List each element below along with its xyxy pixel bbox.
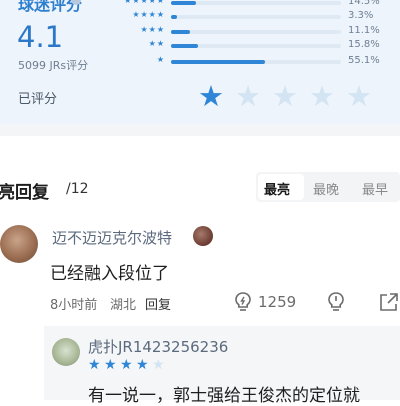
distribution-stars: ★ bbox=[156, 55, 165, 64]
distribution-percent: 3.3% bbox=[348, 10, 374, 21]
distribution-stars: ★★★ bbox=[140, 25, 165, 34]
star-icon: ★ bbox=[88, 357, 101, 373]
distribution-row: ★★★ 11.1% bbox=[100, 25, 400, 38]
section-divider bbox=[0, 124, 400, 136]
distribution-percent: 11.1% bbox=[348, 25, 380, 36]
distribution-bar bbox=[171, 30, 341, 34]
reply-text: 有一说一，郭士强给王俊杰的定位就 bbox=[88, 386, 360, 406]
distribution-bar-fill bbox=[171, 44, 198, 48]
star-icon[interactable]: ★ bbox=[272, 81, 298, 111]
distribution-percent: 55.1% bbox=[348, 55, 380, 66]
user-badge-icon bbox=[193, 226, 213, 246]
distribution-row: ★★★★★ 14.5% bbox=[100, 0, 400, 9]
star-icon[interactable]: ★ bbox=[309, 81, 335, 111]
reply-avatar[interactable] bbox=[52, 338, 80, 366]
sort-tabs: 最亮 最晚 最早 bbox=[256, 172, 400, 202]
distribution-bar bbox=[171, 44, 341, 48]
lightbulb-dislike-icon[interactable] bbox=[326, 291, 346, 317]
comments-header: 亮回复 /12 最亮 最晚 最早 bbox=[0, 172, 400, 203]
distribution-bar bbox=[171, 15, 341, 19]
comment-time: 8小时前 bbox=[50, 298, 98, 313]
comments-title: 亮回复 bbox=[0, 183, 49, 203]
star-icon: ★ bbox=[120, 357, 133, 373]
rating-panel: 球迷评分 4.1 5099 JRs评分 已评分 ★★★★★ 14.5% ★★★★ 3.… bbox=[0, 0, 400, 124]
distribution-percent: 15.8% bbox=[348, 39, 380, 50]
comments-count: /12 bbox=[66, 181, 89, 197]
distribution-row: ★ 55.1% bbox=[100, 55, 400, 68]
comment-text: 已经融入段位了 bbox=[50, 264, 169, 284]
distribution-percent: 14.5% bbox=[348, 0, 380, 7]
reply-button[interactable]: 回复 bbox=[145, 294, 171, 313]
distribution-bar-fill bbox=[171, 1, 196, 5]
distribution-bar-fill bbox=[171, 30, 190, 34]
distribution-stars: ★★★★ bbox=[132, 10, 165, 19]
rating-count: 5099 JRs评分 bbox=[18, 59, 89, 72]
distribution-stars: ★★ bbox=[148, 39, 165, 48]
comment-location: 湖北 bbox=[110, 298, 137, 313]
distribution-row: ★★★★ 3.3% bbox=[100, 10, 400, 23]
lightbulb-like-icon[interactable] bbox=[233, 291, 253, 317]
sort-tab-hottest[interactable]: 最亮 bbox=[264, 179, 290, 198]
average-score: 4.1 bbox=[17, 20, 64, 54]
distribution-bar-fill bbox=[171, 15, 177, 19]
star-icon[interactable]: ★ bbox=[346, 81, 372, 111]
distribution-bar-fill bbox=[171, 60, 265, 64]
comment-username[interactable]: 迈不迈迈克尔波特 bbox=[52, 227, 172, 248]
like-count: 1259 bbox=[258, 293, 297, 311]
star-icon[interactable]: ★ bbox=[235, 81, 261, 111]
distribution-row: ★★ 15.8% bbox=[100, 39, 400, 52]
sort-tab-latest[interactable]: 最晚 bbox=[313, 179, 339, 198]
star-icon: ★ bbox=[152, 357, 165, 373]
star-icon: ★ bbox=[104, 357, 117, 373]
reply-username[interactable]: 虎扑JR1423256236 bbox=[88, 336, 228, 357]
distribution-bar bbox=[171, 60, 341, 64]
share-icon[interactable] bbox=[378, 291, 400, 317]
avatar[interactable] bbox=[0, 225, 38, 263]
star-icon[interactable]: ★ bbox=[198, 81, 224, 111]
sort-tab-earliest[interactable]: 最早 bbox=[362, 179, 388, 198]
rated-label: 已评分 bbox=[18, 92, 58, 107]
distribution-bar bbox=[171, 1, 341, 5]
star-icon: ★ bbox=[136, 357, 149, 373]
distribution-stars: ★★★★★ bbox=[124, 0, 165, 5]
